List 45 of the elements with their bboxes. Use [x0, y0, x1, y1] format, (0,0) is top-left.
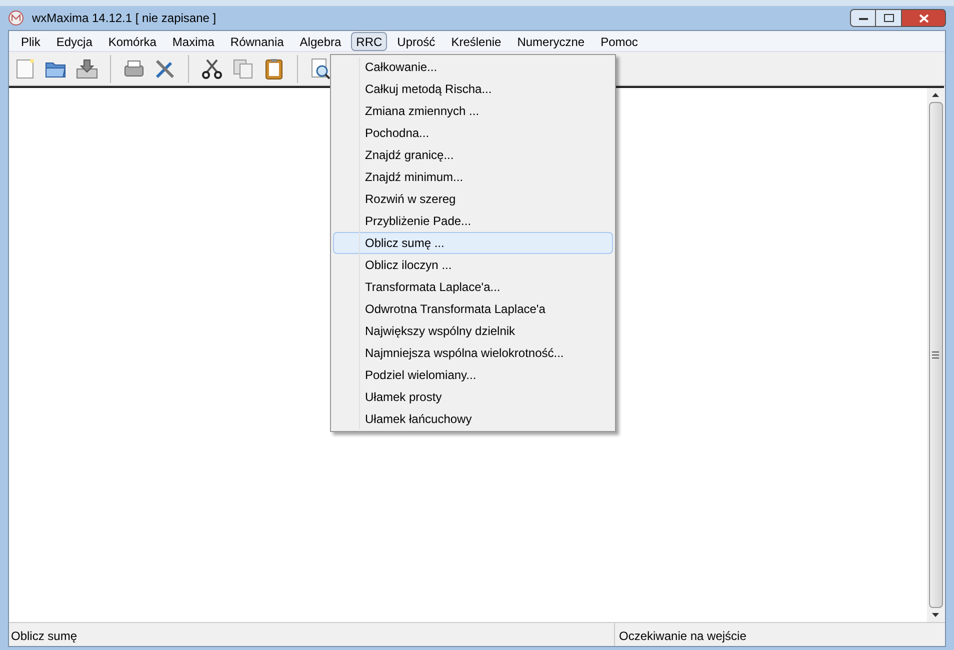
menu-item[interactable]: Plik [15, 32, 46, 50]
close-icon [918, 14, 928, 22]
menu-item[interactable]: Algebra [294, 32, 348, 50]
dropdown-item[interactable]: Podziel wielomiany... [333, 364, 613, 386]
window-title: wxMaxima 14.12.1 [ nie zapisane ] [32, 10, 216, 27]
dropdown-item[interactable]: Znajdź granicę... [333, 144, 613, 166]
grip-icon [932, 351, 939, 359]
menu-item[interactable]: Uprość [391, 32, 442, 50]
menu-item[interactable]: Komórka [102, 32, 162, 50]
menu-item[interactable]: Kreślenie [445, 32, 508, 50]
menu-item[interactable]: Maxima [166, 32, 220, 50]
dropdown-item[interactable]: Zmiana zmiennych ... [333, 100, 613, 122]
copy-icon[interactable] [231, 56, 255, 80]
dropdown-item[interactable]: Ułamek prosty [333, 386, 613, 408]
tray-arrow-icon[interactable] [75, 56, 99, 80]
scrollbar-thumb[interactable] [928, 102, 942, 608]
dropdown-item[interactable]: Największy wspólny dzielnik [333, 320, 613, 342]
maximize-button[interactable] [876, 9, 902, 27]
dropdown-item[interactable]: Ułamek łańcuchowy [333, 408, 613, 430]
dropdown-item[interactable]: Oblicz sumę ... [333, 232, 613, 254]
status-text: Oblicz sumę [9, 623, 615, 646]
scissors-icon[interactable] [200, 56, 224, 80]
minimize-button[interactable] [850, 9, 876, 27]
dropdown-item[interactable]: Znajdź minimum... [333, 166, 613, 188]
menu-item[interactable]: Równania [224, 32, 290, 50]
close-button[interactable] [902, 9, 946, 27]
dropdown-item[interactable]: Całkuj metodą Rischa... [333, 78, 613, 100]
dropdown-item[interactable]: Transformata Laplace'a... [333, 276, 613, 298]
app-logo-icon [8, 10, 24, 26]
dropdown-item[interactable]: Oblicz iloczyn ... [333, 254, 613, 276]
dropdown-item[interactable]: Rozwiń w szereg [333, 188, 613, 210]
dropdown-item[interactable]: Pochodna... [333, 122, 613, 144]
vertical-scrollbar[interactable] [927, 88, 944, 622]
menu-item[interactable]: Numeryczne [511, 32, 591, 50]
status-text: Oczekiwanie na wejście [618, 628, 748, 645]
dropdown-item[interactable]: Odwrotna Transformata Laplace'a [333, 298, 613, 320]
minimize-icon [858, 16, 868, 20]
maximize-icon [884, 14, 894, 22]
dropdown-item[interactable]: Najmniejsza wspólna wielokrotność... [333, 342, 613, 364]
dropdown-item[interactable]: Całkowanie... [333, 56, 613, 78]
magnifier-document-icon[interactable] [309, 56, 333, 80]
menu-item[interactable]: RRC [351, 32, 388, 50]
menu-item[interactable]: Edycja [50, 32, 98, 50]
dropdown-item[interactable]: Przybliżenie Pade... [333, 210, 613, 232]
menu-item[interactable]: Pomoc [594, 32, 644, 50]
